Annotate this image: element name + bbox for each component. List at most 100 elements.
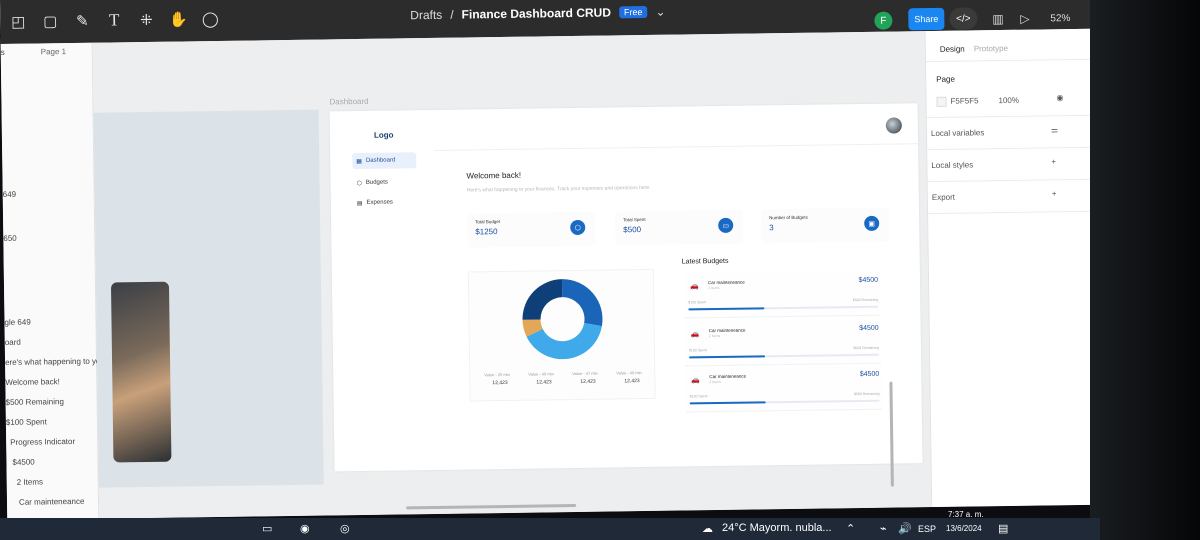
stat-label: Number of Budgets bbox=[769, 214, 808, 221]
weather-text[interactable]: 24°C Mayorm. nubla... bbox=[722, 522, 832, 534]
export-item[interactable]: Export bbox=[932, 193, 955, 202]
drafts-link[interactable]: Drafts bbox=[410, 8, 442, 22]
layer-row[interactable]: $500 Remaining bbox=[6, 397, 64, 407]
share-button[interactable]: Share bbox=[908, 7, 945, 31]
layer-row[interactable]: Car mainteneance bbox=[19, 497, 84, 507]
page-opacity-value[interactable]: 100% bbox=[998, 96, 1019, 105]
present-play-icon[interactable]: ▷ bbox=[1020, 12, 1029, 26]
chevron-down-icon[interactable]: ⌄ bbox=[655, 5, 665, 19]
text-tool-icon[interactable]: T bbox=[100, 6, 128, 34]
budget-card[interactable]: 🚗 Car mainteneance 2 Items $4500 $100 Sp… bbox=[684, 319, 882, 367]
receipt-icon: ▤ bbox=[356, 200, 363, 207]
add-icon[interactable]: + bbox=[1051, 157, 1056, 166]
page-selector[interactable]: Page 1 bbox=[41, 47, 66, 56]
budget-items: 2 Items bbox=[708, 333, 721, 339]
clock-date[interactable]: 13/6/2024 bbox=[946, 524, 982, 533]
legend-value: 12,423 bbox=[580, 378, 596, 385]
library-icon[interactable]: ▥ bbox=[992, 12, 1004, 26]
profile-avatar[interactable] bbox=[885, 117, 902, 134]
notification-icon[interactable]: ▤ bbox=[998, 522, 1008, 535]
layer-row[interactable]: oard bbox=[5, 338, 21, 347]
main-menu-icon[interactable]: ◰ bbox=[4, 8, 32, 36]
budget-amount: $4500 bbox=[859, 324, 879, 333]
layer-row[interactable]: 2 Items bbox=[17, 477, 43, 486]
comment-tool-icon[interactable]: ◯ bbox=[196, 5, 224, 33]
add-icon[interactable]: + bbox=[1052, 189, 1057, 198]
nav-label: Expenses bbox=[366, 199, 393, 206]
nav-expenses[interactable]: ▤ Expenses bbox=[353, 195, 393, 212]
local-styles-item[interactable]: Local styles bbox=[931, 160, 973, 170]
progress-indicator bbox=[689, 353, 880, 359]
nav-label: Dashboard bbox=[365, 157, 396, 164]
figma-window: ◰ ▢ ✎ T ⁜ ✋ ◯ Drafts / Finance Dashboard… bbox=[0, 0, 1108, 520]
local-variables-item[interactable]: Local variables bbox=[931, 128, 984, 138]
frame-label[interactable]: Dashboard bbox=[329, 97, 368, 107]
stat-value: $1250 bbox=[475, 227, 498, 237]
layer-row[interactable]: gle 649 bbox=[4, 318, 30, 327]
tab-design[interactable]: Design bbox=[940, 45, 965, 54]
clock-time[interactable]: 7:37 a. m. bbox=[948, 510, 984, 519]
panel-divider bbox=[928, 210, 1105, 215]
budget-card[interactable]: 🚗 Car mainteneance 2 Items $4500 $100 Sp… bbox=[685, 365, 882, 413]
layer-row[interactable]: 649 bbox=[3, 190, 16, 199]
panel-divider bbox=[926, 114, 1103, 119]
edge-icon[interactable]: ◉ bbox=[300, 522, 310, 535]
pen-tool-icon[interactable]: ✎ bbox=[68, 7, 96, 35]
dashboard-frame[interactable]: Logo ▦ Dashboard ⬡ Budgets ▤ Expenses We… bbox=[329, 103, 923, 472]
eye-icon[interactable]: ◉ bbox=[1056, 93, 1063, 102]
stat-total-budget: Total Budget $1250 ⬡ bbox=[467, 211, 596, 248]
file-name[interactable]: Finance Dashboard CRUD bbox=[462, 5, 612, 21]
task-view-icon[interactable]: ▭ bbox=[262, 522, 272, 535]
budget-remaining: $500 Remaining bbox=[852, 297, 879, 303]
budget-amount: $4500 bbox=[858, 276, 879, 285]
zoom-level[interactable]: 52% bbox=[1050, 13, 1070, 24]
donut-chart bbox=[522, 279, 603, 360]
auth-frame[interactable] bbox=[93, 109, 324, 488]
page-color-value[interactable]: F5F5F5 bbox=[950, 96, 978, 105]
cloud-icon: ☁ bbox=[702, 523, 713, 535]
user-avatar[interactable]: F bbox=[874, 11, 893, 30]
nav-label: Budgets bbox=[365, 179, 388, 186]
chevron-up-icon[interactable]: ⌃ bbox=[846, 522, 855, 535]
legend-label: Value - 40 min bbox=[528, 371, 554, 377]
nav-budgets[interactable]: ⬡ Budgets bbox=[352, 175, 388, 191]
layer-row[interactable]: Welcome back! bbox=[5, 377, 60, 387]
tab-prototype[interactable]: Prototype bbox=[974, 44, 1008, 53]
language-indicator[interactable]: ESP bbox=[918, 524, 936, 534]
budget-spent: $100 Spent bbox=[689, 394, 708, 399]
frame-tool-icon[interactable]: ▢ bbox=[36, 7, 64, 35]
chrome-icon[interactable]: ◎ bbox=[340, 522, 350, 535]
layer-row[interactable]: Progress Indicator bbox=[10, 437, 75, 447]
budget-spent: $100 Spent bbox=[688, 348, 707, 353]
layer-row[interactable]: ere's what happening to you... bbox=[5, 356, 112, 366]
layer-row[interactable]: 650 bbox=[3, 234, 16, 243]
page-section-title: Page bbox=[936, 74, 955, 84]
horizontal-scrollbar[interactable] bbox=[406, 504, 577, 510]
budget-name: Car mainteneance bbox=[708, 327, 746, 334]
layer-row[interactable]: $100 Spent bbox=[6, 417, 47, 427]
layer-row[interactable]: $4500 bbox=[12, 458, 34, 467]
design-canvas[interactable]: Dashboard Logo ▦ Dashboard ⬡ Budgets ▤ E… bbox=[92, 31, 932, 519]
stat-label: Total Budget bbox=[475, 219, 501, 225]
sliders-icon[interactable]: ⚌ bbox=[1051, 125, 1058, 134]
budget-remaining: $500 Remaining bbox=[854, 391, 880, 397]
page-color-swatch[interactable] bbox=[936, 96, 947, 107]
taskbar: ▭ ◉ ◎ ☁ 24°C Mayorm. nubla... ⌃ ⌁ 🔊 ESP … bbox=[0, 510, 1100, 540]
header-divider bbox=[434, 143, 919, 151]
hand-tool-icon[interactable]: ✋ bbox=[164, 5, 192, 33]
layer-row[interactable]: s bbox=[1, 48, 5, 57]
resources-icon[interactable]: ⁜ bbox=[132, 6, 160, 34]
donut-chart-card: Value - 20 min 12,423 Value - 40 min 12,… bbox=[467, 268, 656, 402]
legend-value: 12,423 bbox=[536, 379, 552, 386]
phone-photo bbox=[110, 281, 172, 463]
budget-remaining: $500 Remaining bbox=[853, 345, 879, 351]
dev-mode-toggle[interactable]: </> bbox=[949, 7, 978, 30]
nav-dashboard[interactable]: ▦ Dashboard bbox=[352, 152, 417, 170]
progress-fill bbox=[689, 355, 766, 359]
breadcrumb: Drafts / Finance Dashboard CRUD Free ⌄ bbox=[410, 5, 665, 23]
legend-label: Value - 40 min bbox=[616, 370, 642, 376]
network-icon[interactable]: ⌁ bbox=[880, 522, 887, 535]
budget-card[interactable]: 🚗 Car mainteneance 2 Items $4500 $100 Sp… bbox=[683, 271, 881, 319]
volume-icon[interactable]: 🔊 bbox=[898, 522, 912, 535]
budget-spent: $100 Spent bbox=[688, 300, 707, 305]
